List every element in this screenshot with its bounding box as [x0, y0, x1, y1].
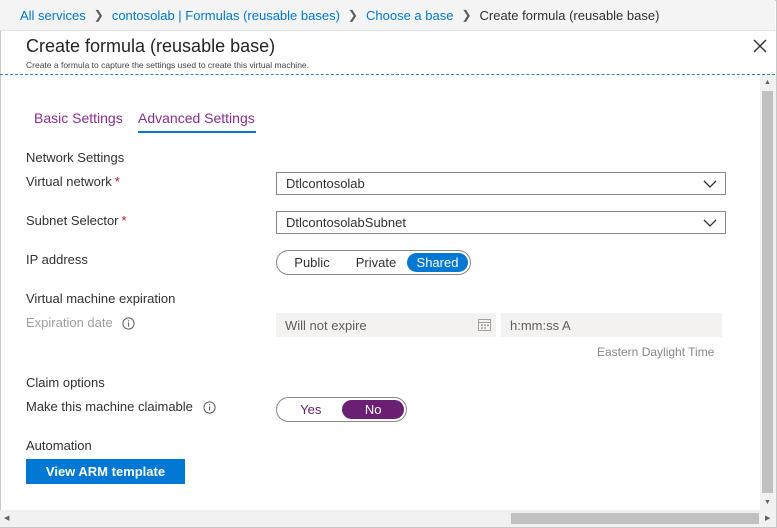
ip-option-private[interactable]: Private	[345, 253, 407, 272]
claimable-option-no[interactable]: No	[342, 400, 404, 419]
expiration-date-input[interactable]: Will not expire	[276, 313, 496, 337]
info-icon[interactable]	[202, 401, 216, 414]
close-button[interactable]	[750, 36, 770, 56]
expiration-date-label-text: Expiration date	[26, 315, 113, 330]
claimable-label-text: Make this machine claimable	[26, 399, 193, 414]
breadcrumb: All services ❯ contosolab | Formulas (re…	[0, 0, 775, 31]
calendar-icon[interactable]	[478, 318, 491, 331]
ip-address-label: IP address	[26, 252, 88, 267]
vertical-scrollbar[interactable]: ▲ ▼	[760, 75, 776, 510]
header-divider	[0, 74, 775, 75]
chevron-down-icon	[703, 180, 717, 188]
vm-expiration-heading: Virtual machine expiration	[26, 291, 176, 306]
chevron-right-icon: ❯	[347, 8, 358, 22]
expiration-date-label: Expiration date	[26, 315, 135, 330]
breadcrumb-formulas[interactable]: contosolab | Formulas (reusable bases)	[112, 8, 340, 23]
claimable-label: Make this machine claimable	[26, 399, 216, 414]
ip-option-shared[interactable]: Shared	[407, 253, 468, 272]
virtual-network-label-text: Virtual network	[26, 174, 112, 189]
claim-options-heading: Claim options	[26, 375, 105, 390]
expiration-date-placeholder: Will not expire	[285, 317, 367, 333]
active-tab-indicator	[138, 131, 256, 133]
claimable-toggle: Yes No	[276, 397, 407, 422]
scroll-up-arrow-icon[interactable]: ▲	[764, 79, 771, 86]
expiration-time-placeholder: h:mm:ss A	[510, 317, 571, 333]
subnet-selector-label: Subnet Selector *	[26, 213, 127, 228]
view-arm-template-button[interactable]: View ARM template	[26, 459, 185, 484]
network-settings-heading: Network Settings	[26, 150, 125, 165]
page-subtitle: Create a formula to capture the settings…	[26, 60, 310, 70]
ip-option-public[interactable]: Public	[279, 253, 345, 272]
subnet-selector-label-text: Subnet Selector	[26, 213, 119, 228]
breadcrumb-choose-base[interactable]: Choose a base	[366, 8, 453, 23]
expiration-time-input[interactable]: h:mm:ss A	[501, 313, 722, 337]
horizontal-scrollbar[interactable]: ◀ ▶	[0, 510, 776, 527]
virtual-network-label: Virtual network *	[26, 174, 120, 189]
claimable-option-yes[interactable]: Yes	[279, 400, 342, 419]
close-icon	[753, 39, 767, 53]
tab-basic-settings[interactable]: Basic Settings	[34, 110, 123, 126]
chevron-right-icon: ❯	[93, 8, 104, 22]
automation-heading: Automation	[26, 438, 92, 453]
breadcrumb-all-services[interactable]: All services	[20, 8, 86, 23]
scroll-left-arrow-icon[interactable]: ◀	[4, 515, 9, 522]
required-marker: *	[121, 213, 127, 228]
vertical-scroll-thumb[interactable]	[762, 91, 773, 493]
subnet-selector-value: DtlcontosolabSubnet	[286, 215, 406, 230]
info-icon[interactable]	[122, 317, 135, 330]
page-title: Create formula (reusable base)	[26, 36, 276, 56]
subnet-selector-dropdown[interactable]: DtlcontosolabSubnet	[276, 211, 726, 234]
chevron-down-icon	[703, 219, 717, 227]
virtual-network-dropdown[interactable]: Dtlcontosolab	[276, 172, 726, 195]
scroll-down-arrow-icon[interactable]: ▼	[764, 499, 771, 506]
virtual-network-value: Dtlcontosolab	[286, 176, 365, 191]
required-marker: *	[114, 174, 120, 189]
scroll-right-arrow-icon[interactable]: ▶	[765, 515, 770, 522]
chevron-right-icon: ❯	[461, 8, 472, 22]
tab-advanced-settings[interactable]: Advanced Settings	[138, 110, 255, 126]
breadcrumb-current: Create formula (reusable base)	[479, 7, 660, 23]
ip-address-toggle: Public Private Shared	[276, 250, 471, 275]
horizontal-scroll-thumb[interactable]	[511, 513, 759, 524]
timezone-label: Eastern Daylight Time	[597, 345, 715, 359]
